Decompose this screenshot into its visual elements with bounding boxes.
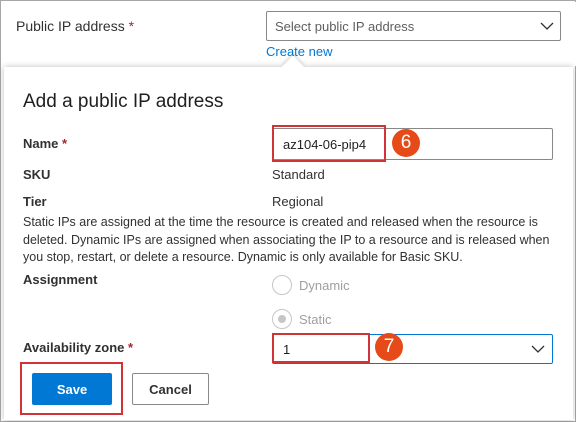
- assignment-option-static-label: Static: [299, 312, 332, 327]
- sku-label: SKU: [23, 167, 51, 182]
- required-mark: *: [128, 18, 135, 34]
- public-ip-select[interactable]: Select public IP address: [266, 11, 561, 41]
- assignment-radio-static[interactable]: [272, 309, 292, 329]
- availability-zone-label: Availability zone *: [23, 340, 133, 355]
- step-6-badge: 6: [392, 129, 420, 157]
- assignment-label: Assignment: [23, 272, 98, 287]
- sku-value: Standard: [272, 167, 325, 182]
- availability-zone-highlight-box: [272, 333, 370, 363]
- availability-zone-label-text: Availability zone: [23, 340, 125, 355]
- ip-assignment-description: Static IPs are assigned at the time the …: [23, 215, 550, 264]
- name-label-text: Name: [23, 136, 59, 151]
- save-button[interactable]: Save: [32, 373, 112, 405]
- chevron-down-icon: [540, 22, 554, 30]
- public-ip-row: Public IP address * Select public IP add…: [2, 2, 576, 66]
- panel-title: Add a public IP address: [23, 91, 224, 112]
- cancel-button[interactable]: Cancel: [132, 373, 209, 405]
- public-ip-select-placeholder: Select public IP address: [275, 19, 415, 34]
- chevron-down-icon: [531, 345, 545, 353]
- name-required-mark: *: [62, 136, 68, 151]
- public-ip-label-text: Public IP address: [16, 18, 125, 34]
- az-required-mark: *: [128, 340, 134, 355]
- name-highlight-box: [272, 125, 386, 162]
- public-ip-label: Public IP address *: [16, 18, 134, 34]
- assignment-option-dynamic-label: Dynamic: [299, 278, 350, 293]
- name-label: Name *: [23, 136, 67, 151]
- screenshot-frame: Public IP address * Select public IP add…: [0, 0, 576, 422]
- add-public-ip-panel: Add a public IP address Name * az104-06-…: [4, 67, 573, 420]
- assignment-radio-dynamic[interactable]: [272, 275, 292, 295]
- tier-label: Tier: [23, 194, 47, 209]
- step-7-badge: 7: [375, 333, 403, 361]
- tier-value: Regional: [272, 194, 324, 209]
- create-new-link[interactable]: Create new: [266, 44, 332, 59]
